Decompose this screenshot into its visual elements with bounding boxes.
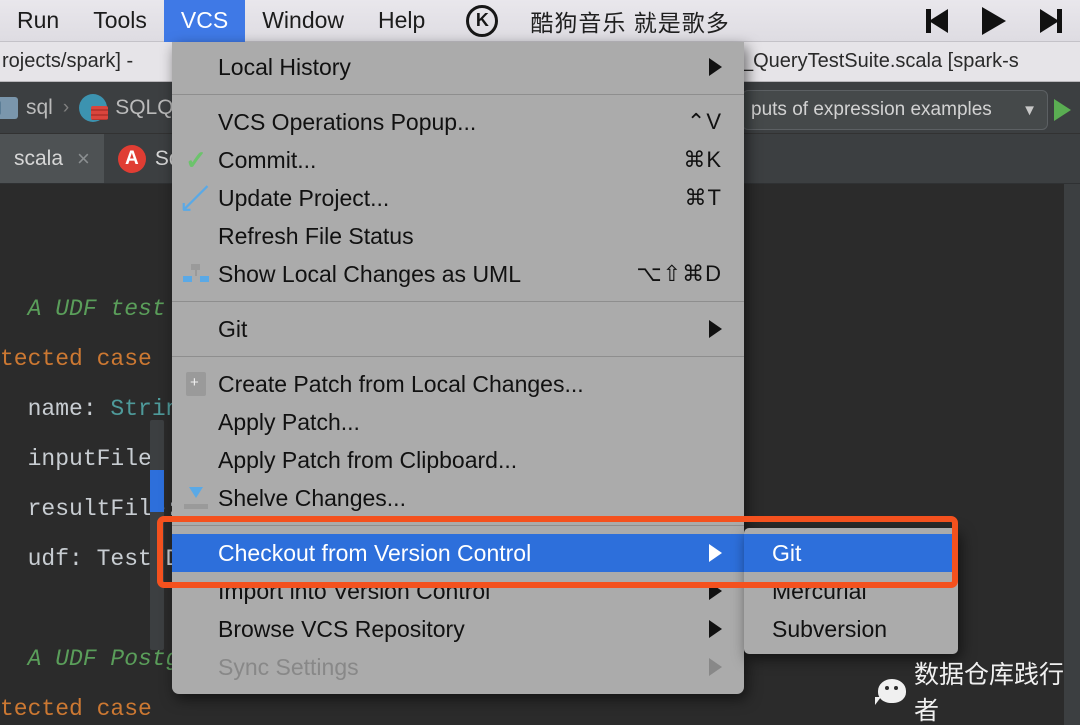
code-token: name: [0, 396, 111, 422]
menu-item-sync-settings: Sync Settings [172, 648, 744, 686]
run-configuration-select[interactable]: puts of expression examples ▼ [742, 90, 1048, 130]
menu-item-commit[interactable]: ✓ Commit... ⌘K [172, 141, 744, 179]
kugou-now-playing-text: 酷狗音乐 就是歌多 [530, 9, 730, 36]
menu-item-label: Update Project... [218, 184, 390, 211]
submenu-arrow-icon [709, 582, 722, 600]
menu-bar-item-run[interactable]: Run [0, 0, 76, 42]
submenu-arrow-icon [709, 620, 722, 638]
inner-scrollbar-thumb[interactable] [150, 470, 164, 512]
shelve-icon [182, 487, 210, 509]
submenu-item-git[interactable]: Git [744, 534, 958, 572]
play-icon[interactable] [982, 6, 1006, 35]
run-button-icon[interactable] [1054, 99, 1071, 121]
menu-item-label: VCS Operations Popup... [218, 108, 477, 135]
submenu-arrow-icon [709, 544, 722, 562]
menu-item-refresh-file-status[interactable]: Refresh File Status [172, 217, 744, 255]
menu-separator [172, 525, 744, 526]
menu-item-create-patch-from-local-changes[interactable]: Create Patch from Local Changes... [172, 365, 744, 403]
next-track-icon[interactable] [1040, 8, 1062, 33]
breadcrumb-file[interactable]: SQLQ [115, 96, 173, 120]
inner-scrollbar-track[interactable] [150, 420, 164, 650]
menu-separator [172, 94, 744, 95]
watermark-text: 数据仓库践行者 [914, 661, 1065, 725]
code-token: tected case [0, 346, 152, 372]
menu-item-label: Git [218, 315, 248, 342]
menu-item-label: Apply Patch... [218, 408, 360, 435]
wechat-icon [875, 679, 906, 705]
menu-item-shortcut: ⌘T [684, 185, 722, 210]
menu-item-import-into-version-control[interactable]: Import into Version Control [172, 572, 744, 610]
menu-item-shortcut: ⌃V [686, 109, 722, 134]
menu-item-show-local-changes-as-uml[interactable]: Show Local Changes as UML ⌥⇧⌘D [172, 255, 744, 293]
menu-item-vcs-operations-popup[interactable]: VCS Operations Popup... ⌃V [172, 103, 744, 141]
check-icon: ✓ [185, 144, 207, 175]
menu-separator [172, 301, 744, 302]
menu-item-label: Import into Version Control [218, 577, 491, 604]
menu-item-label: Create Patch from Local Changes... [218, 370, 584, 397]
menu-item-checkout-from-version-control[interactable]: Checkout from Version Control [172, 534, 744, 572]
previous-track-icon[interactable] [926, 8, 948, 33]
menu-item-shelve-changes[interactable]: Shelve Changes... [172, 479, 744, 517]
patch-file-icon [182, 372, 210, 396]
scala-class-icon: A [117, 144, 146, 173]
code-token: A UDF test [27, 296, 166, 322]
menu-item-label: Apply Patch from Clipboard... [218, 446, 518, 473]
menu-item-label: Commit... [218, 146, 317, 173]
menu-item-label: Sync Settings [218, 653, 359, 680]
menu-item-apply-patch[interactable]: Apply Patch... [172, 403, 744, 441]
menu-item-label: Checkout from Version Control [218, 539, 532, 566]
editor-tab-scala[interactable]: scala × [0, 134, 104, 183]
folder-icon [0, 96, 18, 119]
menu-item-apply-patch-from-clipboard[interactable]: Apply Patch from Clipboard... [172, 441, 744, 479]
breadcrumb-folder[interactable]: sql [26, 96, 53, 120]
menu-item-local-history[interactable]: Local History [172, 48, 744, 86]
close-icon[interactable]: × [77, 146, 90, 172]
menu-item-label: Local History [218, 53, 351, 80]
menu-bar-items: Run Tools VCS Window Help [0, 0, 442, 42]
media-controls [926, 6, 1080, 35]
run-configuration-label: puts of expression examples [751, 99, 992, 120]
editor-scrollbar[interactable] [1064, 184, 1080, 725]
database-icon [79, 93, 109, 122]
menu-separator [172, 356, 744, 357]
uml-diagram-icon [182, 264, 210, 284]
watermark: 数据仓库践行者 [875, 655, 1080, 725]
menu-item-shortcut: ⌥⇧⌘D [636, 261, 722, 286]
submenu-item-subversion[interactable]: Subversion [744, 610, 958, 648]
code-token: tected case [0, 696, 152, 722]
chevron-down-icon: ▼ [1022, 101, 1037, 119]
menu-bar-item-help[interactable]: Help [361, 0, 442, 42]
menu-item-label: Browse VCS Repository [218, 615, 465, 642]
update-arrow-icon: ⟶ [172, 174, 221, 223]
vcs-dropdown-menu[interactable]: Local History VCS Operations Popup... ⌃V ✓ C… [172, 42, 744, 694]
kugou-logo-icon[interactable]: K [466, 4, 499, 37]
breadcrumb-separator-icon: › [62, 96, 70, 118]
menu-bar-item-tools[interactable]: Tools [76, 0, 164, 42]
window-title-left: rojects/spark] - [2, 50, 134, 72]
menu-bar-item-vcs[interactable]: VCS [163, 0, 246, 42]
checkout-from-version-control-submenu[interactable]: Git Mercurial Subversion [744, 528, 958, 654]
menu-item-shortcut: ⌘K [683, 147, 722, 172]
menu-item-browse-vcs-repository[interactable]: Browse VCS Repository [172, 610, 744, 648]
submenu-arrow-icon [709, 658, 722, 676]
menu-item-update-project[interactable]: ⟶ Update Project... ⌘T [172, 174, 744, 223]
menu-item-label: Refresh File Status [218, 222, 414, 249]
menu-item-label: Show Local Changes as UML [218, 260, 521, 287]
code-token: inputFile: [0, 446, 166, 472]
submenu-arrow-icon [709, 320, 722, 338]
code-token: Strin [110, 396, 180, 422]
run-toolbar: puts of expression examples ▼ [742, 86, 1080, 134]
menu-item-git[interactable]: Git [172, 310, 744, 348]
window-title-right: _QueryTestSuite.scala [spark-s [742, 50, 1019, 72]
submenu-item-mercurial[interactable]: Mercurial [744, 572, 958, 610]
mac-menu-bar: Run Tools VCS Window Help K 酷狗音乐 就是歌多 [0, 0, 1080, 42]
menu-bar-item-window[interactable]: Window [245, 0, 361, 42]
menu-item-label: Shelve Changes... [218, 484, 406, 511]
submenu-arrow-icon [709, 58, 722, 76]
tab-label: scala [14, 146, 64, 170]
